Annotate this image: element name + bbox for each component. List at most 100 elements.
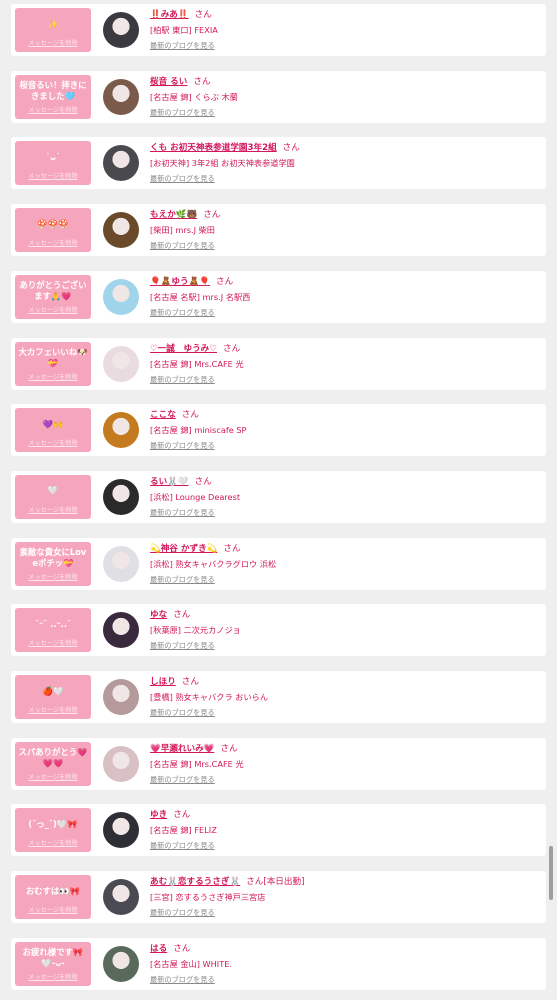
name-suffix: さん (193, 76, 211, 87)
shop-name: [浜松] 熟女キャバクラグロウ 浜松 (150, 558, 277, 569)
shop-name: [豊橋] 熟女キャバクラ おいらん (150, 692, 269, 702)
list-item: 桜音るい！拝きにきました🩵 メッセージを削除 桜音 るい さん [名古屋 錦] くらぶ … (11, 70, 546, 123)
name-suffix: さん (216, 276, 234, 287)
cast-name-link[interactable]: ゆな (150, 610, 167, 620)
cast-name-link[interactable]: くも お初天神表参道学園3年2組 (150, 143, 277, 153)
name-row: しほり さん (150, 676, 199, 688)
avatar[interactable] (103, 612, 139, 649)
latest-blog-link[interactable]: 最新のブログを見る (150, 375, 215, 385)
cast-name-link[interactable]: 💗早瀬れいみ💗 (150, 744, 214, 754)
list-item: 💜🙌 メッセージを削除 ここな さん [名古屋 錦] miniscafe SP 最新のブロ… (11, 404, 546, 457)
avatar[interactable] (103, 212, 139, 249)
name-suffix: さん (181, 677, 199, 687)
latest-blog-link[interactable]: 最新のブログを見る (150, 975, 215, 985)
message-box: ✨ メッセージを削除 (15, 8, 91, 52)
delete-message-link[interactable]: メッセージを削除 (15, 774, 91, 782)
list-item: スパありがとう💗💗💗 メッセージを削除 💗早瀬れいみ💗 さん [名古屋 錦] Mrs.C… (11, 737, 546, 790)
delete-message-link[interactable]: メッセージを削除 (15, 107, 91, 115)
latest-blog-link[interactable]: 最新のブログを見る (150, 508, 215, 518)
avatar[interactable] (103, 78, 139, 115)
latest-blog-link[interactable]: 最新のブログを見る (150, 575, 215, 585)
shop-name: [名古屋 錦] FELIZ (150, 825, 217, 836)
delete-message-link[interactable]: メッセージを削除 (15, 374, 91, 382)
avatar[interactable] (103, 545, 139, 582)
message-box: スパありがとう💗💗💗 メッセージを削除 (15, 741, 91, 786)
message-box: 🍎🤍 メッセージを削除 (15, 675, 91, 719)
latest-blog-link[interactable]: 最新のブログを見る (150, 841, 215, 851)
name-row: もえか🌿🐻 さん (150, 209, 220, 221)
name-row: 桜音 るい さん (150, 76, 211, 88)
latest-blog-link[interactable]: 最新のブログを見る (150, 641, 215, 651)
latest-blog-link[interactable]: 最新のブログを見る (150, 241, 215, 251)
avatar[interactable] (103, 345, 139, 382)
cast-name-link[interactable]: 桜音 るい (150, 77, 187, 87)
cast-name-link[interactable]: もえか🌿🐻 (150, 210, 197, 220)
avatar[interactable] (103, 412, 139, 449)
name-suffix: さん (173, 610, 191, 621)
message-text: (˘っ_˘)🤍🎀 (28, 818, 78, 829)
shop-name: [名古屋 錦] miniscafe SP (150, 425, 247, 436)
cast-name-link[interactable]: 💫神谷 かずき💫 (150, 544, 217, 554)
cast-name-link[interactable]: るい🐰🤍 (150, 477, 189, 487)
cast-name-link[interactable]: ゆき (150, 810, 167, 820)
avatar[interactable] (103, 478, 139, 515)
name-suffix: さん (181, 410, 199, 421)
cast-name-link[interactable]: ここな (150, 410, 176, 420)
avatar[interactable] (103, 879, 139, 916)
avatar[interactable] (103, 745, 139, 782)
delete-message-link[interactable]: メッセージを削除 (15, 707, 91, 715)
delete-message-link[interactable]: メッセージを削除 (15, 974, 91, 982)
shop-name: [名古屋 錦] Mrs.CAFE 光 (150, 358, 244, 369)
message-text: 素敵な貴女にLoveポチッ💝 (19, 546, 87, 568)
cast-name-link[interactable]: ‼️みあ‼️ (150, 10, 189, 20)
avatar[interactable] (103, 812, 139, 849)
delete-message-link[interactable]: メッセージを削除 (15, 640, 91, 648)
scrollbar[interactable] (549, 846, 553, 900)
latest-blog-link[interactable]: 最新のブログを見る (150, 441, 215, 451)
avatar[interactable] (103, 278, 139, 315)
delete-message-link[interactable]: メッセージを削除 (15, 40, 91, 48)
name-row: 💫神谷 かずき💫 さん (150, 543, 241, 555)
delete-message-link[interactable]: メッセージを削除 (15, 507, 91, 515)
message-box: お疲れ様です🎀🤍-ᴗ- メッセージを削除 (15, 941, 91, 986)
shop-name: [お初天神] 3年2組 お初天神表参道学園 (150, 158, 295, 169)
delete-message-link[interactable]: メッセージを削除 (15, 907, 91, 915)
delete-message-link[interactable]: メッセージを削除 (15, 173, 91, 181)
cast-name-link[interactable]: ♡一誠 ゆうみ♡ (150, 344, 217, 354)
latest-blog-link[interactable]: 最新のブログを見る (150, 908, 215, 918)
latest-blog-link[interactable]: 最新のブログを見る (150, 308, 215, 318)
latest-blog-link[interactable]: 最新のブログを見る (150, 174, 215, 184)
name-row: はる さん (150, 943, 190, 955)
latest-blog-link[interactable]: 最新のブログを見る (150, 708, 215, 718)
message-text: ありがとうございます🙏💗 (19, 279, 87, 301)
message-box: 🍄🍄🍄 メッセージを削除 (15, 208, 91, 253)
delete-message-link[interactable]: メッセージを削除 (15, 574, 91, 582)
list-item: おむすは👀🎀 メッセージを削除 あむ🐰恋するうさぎ🐰 さん[本日出勤] [三宮] 恋する… (11, 871, 546, 924)
cast-name-link[interactable]: しほり (150, 677, 176, 687)
name-suffix: さん (173, 943, 191, 954)
avatar[interactable] (103, 145, 139, 182)
list-item: 🍄🍄🍄 メッセージを削除 もえか🌿🐻 さん [柴田] mrs.J 柴田 最新のブログを見る (11, 204, 546, 257)
name-row: ゆな さん (150, 609, 190, 621)
latest-blog-link[interactable]: 最新のブログを見る (150, 108, 215, 118)
latest-blog-link[interactable]: 最新のブログを見る (150, 41, 215, 51)
latest-blog-link[interactable]: 最新のブログを見る (150, 775, 215, 785)
delete-message-link[interactable]: メッセージを削除 (15, 440, 91, 448)
delete-message-link[interactable]: メッセージを削除 (15, 307, 91, 315)
message-text: 桜音るい！拝きにきました🩵 (19, 79, 87, 101)
shop-name: [柏駅 東口] FEXIA (150, 25, 218, 35)
delete-message-link[interactable]: メッセージを削除 (15, 240, 91, 248)
cast-name-link[interactable]: 🎈🧸ゆう🧸🎈 (150, 277, 210, 287)
list-item: お疲れ様です🎀🤍-ᴗ- メッセージを削除 はる さん [名古屋 金山] WHITE. 最新… (11, 937, 546, 990)
message-box: (˘っ_˘)🤍🎀 メッセージを削除 (15, 808, 91, 853)
avatar[interactable] (103, 12, 139, 48)
cast-name-link[interactable]: はる (150, 944, 167, 954)
avatar[interactable] (103, 679, 139, 715)
name-row: ♡一誠 ゆうみ♡ さん (150, 343, 240, 355)
avatar[interactable] (103, 945, 139, 982)
name-suffix: さん (194, 10, 212, 20)
delete-message-link[interactable]: メッセージを削除 (15, 840, 91, 848)
message-text: 🍎🤍 (42, 685, 64, 696)
message-box: 桜音るい！拝きにきました🩵 メッセージを削除 (15, 74, 91, 119)
cast-name-link[interactable]: あむ🐰恋するうさぎ🐰 (150, 877, 240, 887)
